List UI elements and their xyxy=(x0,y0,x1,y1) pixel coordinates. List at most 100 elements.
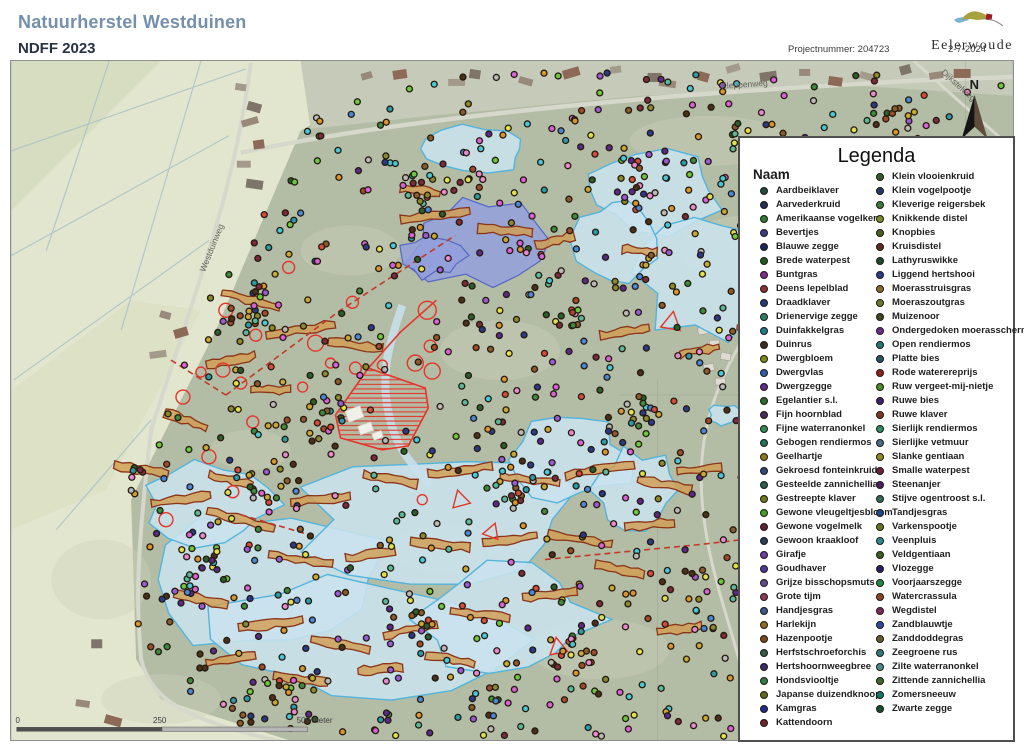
species-marker-icon xyxy=(876,607,884,615)
legend-item-label: Smalle waterpest xyxy=(892,464,970,478)
legend-item-label: Ruwe klaver xyxy=(892,408,947,422)
legend-item-label: Zwarte zegge xyxy=(892,702,952,716)
species-marker-icon xyxy=(760,719,768,727)
project-number: Projectnummer: 204723 xyxy=(788,44,889,55)
legend-item: Goudhaver xyxy=(760,562,893,576)
legend-item-label: Voorjaarszegge xyxy=(892,576,962,590)
legend-item-label: Zilte waterranonkel xyxy=(892,660,979,674)
species-marker-icon xyxy=(876,565,884,573)
legend-item: Moerasstruisgras xyxy=(876,282,1024,296)
species-marker-icon xyxy=(760,271,768,279)
legend-item-label: Gewone vogelmelk xyxy=(776,520,862,534)
legend-item: Knopbies xyxy=(876,226,1024,240)
species-marker-icon xyxy=(876,299,884,307)
legend-item-label: Gestreepte klaver xyxy=(776,492,856,506)
species-marker-icon xyxy=(876,201,884,209)
legend-item-label: Girafje xyxy=(776,548,806,562)
legend-col-right: Klein vlooienkruidKlein vogelpootjeKleve… xyxy=(876,170,1024,716)
species-marker-icon xyxy=(760,439,768,447)
legend-item: Muizenoor xyxy=(876,310,1024,324)
legend-item: Dwergvlas xyxy=(760,366,893,380)
legend-item-label: Moeraszoutgras xyxy=(892,296,965,310)
species-marker-icon xyxy=(876,537,884,545)
legend-item: Wegdistel xyxy=(876,604,1024,618)
legend-item: Kruisdistel xyxy=(876,240,1024,254)
legend-item-label: Aarvederkruid xyxy=(776,198,840,212)
legend-item-label: Lathyruswikke xyxy=(892,254,958,268)
legend-item-label: Platte bies xyxy=(892,352,940,366)
legend-item-label: Amerikaanse vogelkers xyxy=(776,212,882,226)
species-marker-icon xyxy=(760,299,768,307)
legend-item-label: Open rendiermos xyxy=(892,338,971,352)
legend-item: Moeraszoutgras xyxy=(876,296,1024,310)
legend-item-label: Gebogen rendiermos xyxy=(776,436,872,450)
legend-item: Kamgras xyxy=(760,702,893,716)
legend-item: Blauwe zegge xyxy=(760,240,893,254)
legend-item-label: Hondsviooltje xyxy=(776,674,839,688)
legend-item: Gewone vleugeltjesbloem xyxy=(760,506,893,520)
legend-item-label: Watercrassula xyxy=(892,590,957,604)
species-marker-icon xyxy=(760,663,768,671)
species-marker-icon xyxy=(760,369,768,377)
report-page: Natuurherstel Westduinen NDFF 2023 Proje… xyxy=(0,0,1024,749)
legend-item-label: Stijve ogentroost s.l. xyxy=(892,492,985,506)
legend-item-label: Zittende zannichellia xyxy=(892,674,985,688)
species-marker-icon xyxy=(760,649,768,657)
legend-item-label: Gesteelde zannichellia xyxy=(776,478,878,492)
species-marker-icon xyxy=(760,229,768,237)
legend-item-label: Fijn hoornblad xyxy=(776,408,842,422)
species-marker-icon xyxy=(760,467,768,475)
legend-item: Zandblauwtje xyxy=(876,618,1024,632)
scale-end-label: 500 meter xyxy=(297,716,333,725)
legend-item: Klein vogelpootje xyxy=(876,184,1024,198)
legend-item-label: Klein vogelpootje xyxy=(892,184,971,198)
legend-item-label: Zanddoddegras xyxy=(892,632,963,646)
legend-item-label: Tandjesgras xyxy=(892,506,947,520)
legend-item: Klein vlooienkruid xyxy=(876,170,1024,184)
species-marker-icon xyxy=(760,187,768,195)
legend-item-label: Drienervige zegge xyxy=(776,310,858,324)
legend-item-label: Sierlijke vetmuur xyxy=(892,436,969,450)
legend-item-label: Kleverige reigersbek xyxy=(892,198,985,212)
scale-mid-label: 250 xyxy=(153,716,167,725)
legend-item: Buntgras xyxy=(760,268,893,282)
legend-item: Drienervige zegge xyxy=(760,310,893,324)
legend-item: Herfstschroeforchis xyxy=(760,646,893,660)
legend-item: Gewone vogelmelk xyxy=(760,520,893,534)
north-label: N xyxy=(970,77,979,92)
legend-item-label: Wegdistel xyxy=(892,604,937,618)
legend-item: Zilte waterranonkel xyxy=(876,660,1024,674)
legend-item-label: Brede waterpest xyxy=(776,254,850,268)
legend-item-label: Buntgras xyxy=(776,268,818,282)
legend-item: Watercrassula xyxy=(876,590,1024,604)
legend-item-label: Moerasstruisgras xyxy=(892,282,971,296)
legend-item: Knikkende distel xyxy=(876,212,1024,226)
scale-start-label: 0 xyxy=(15,716,20,725)
species-marker-icon xyxy=(876,663,884,671)
legend-item-label: Kamgras xyxy=(776,702,817,716)
legend-item: Stijve ogentroost s.l. xyxy=(876,492,1024,506)
legend-item-label: Sierlijk rendiermos xyxy=(892,422,978,436)
species-marker-icon xyxy=(876,677,884,685)
species-marker-icon xyxy=(760,201,768,209)
species-marker-icon xyxy=(876,383,884,391)
legend-panel: Legenda Naam AardbeiklaverAarvederkruidA… xyxy=(738,136,1015,742)
species-marker-icon xyxy=(876,551,884,559)
species-marker-icon xyxy=(876,215,884,223)
legend-item: Japanse duizendknoop xyxy=(760,688,893,702)
legend-item-label: Hertshoornweegbree xyxy=(776,660,871,674)
legend-item: Steenanjer xyxy=(876,478,1024,492)
species-marker-icon xyxy=(876,453,884,461)
legend-item-label: Knopbies xyxy=(892,226,935,240)
legend-item-label: Geelhartje xyxy=(776,450,822,464)
legend-item: Zomersneeuw xyxy=(876,688,1024,702)
legend-item-label: Egelantier s.l. xyxy=(776,394,838,408)
legend-item-label: Deens lepelblad xyxy=(776,282,848,296)
legend-item: Liggend hertshooi xyxy=(876,268,1024,282)
legend-item-label: Dwergbloem xyxy=(776,352,833,366)
legend-item: Hondsviooltje xyxy=(760,674,893,688)
legend-item-label: Aardbeiklaver xyxy=(776,184,839,198)
species-marker-icon xyxy=(876,621,884,629)
legend-item: Gekroesd fonteinkruid xyxy=(760,464,893,478)
legend-item-label: Duinrus xyxy=(776,338,812,352)
